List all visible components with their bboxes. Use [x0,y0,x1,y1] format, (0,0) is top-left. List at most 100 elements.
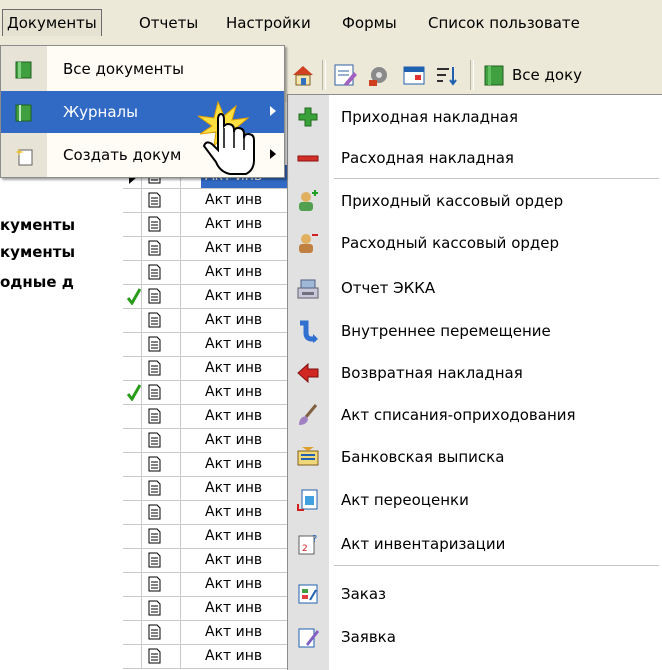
document-icon [148,360,161,376]
document-name-cell[interactable]: Акт инв [201,309,294,332]
document-name-cell[interactable]: Акт инв [201,189,294,212]
menu-item-label: Журналы [63,103,138,121]
table-row[interactable]: Акт инв [123,357,290,381]
document-icon [148,216,161,232]
checkmark-icon [127,384,141,401]
table-row[interactable]: Акт инв [123,621,290,645]
table-row[interactable]: Акт инв [123,405,290,429]
submenu-item[interactable]: Заказ [288,572,662,616]
doc-type-cell [142,237,181,260]
tools-icon[interactable] [366,62,392,88]
table-row[interactable]: Акт инв [123,309,290,333]
doc-type-cell [142,429,181,452]
menu-user-list[interactable]: Список пользовате [424,10,584,36]
tree-node[interactable]: кументы [0,216,75,234]
doc-type-cell [142,477,181,500]
home-icon[interactable] [290,62,316,88]
table-row[interactable]: Акт инв [123,597,290,621]
submenu-item[interactable]: Возвратная накладная [288,351,662,395]
table-row[interactable]: Акт инв [123,525,290,549]
minus-icon [297,155,319,162]
document-icon [148,264,161,280]
document-name-cell[interactable]: Акт инв [201,645,294,668]
table-row[interactable]: Акт инв [123,453,290,477]
document-name-cell[interactable]: Акт инв [201,381,294,404]
cash-in-icon [299,190,318,211]
document-name-cell[interactable]: Акт инв [201,477,294,500]
document-icon [148,240,161,256]
document-name-cell[interactable]: Акт инв [201,333,294,356]
table-row[interactable]: Акт инв [123,501,290,525]
document-name-cell[interactable]: Акт инв [201,501,294,524]
table-row[interactable]: Акт инв [123,381,290,405]
table-row[interactable]: Акт инв [123,477,290,501]
document-icon [148,432,161,448]
submenu-item[interactable]: Приходная накладная [288,95,662,139]
edit-document-icon[interactable] [332,62,358,88]
document-name-cell[interactable]: Акт инв [201,597,294,620]
document-name-cell[interactable]: Акт инв [201,453,294,476]
table-row[interactable]: Акт инв [123,285,290,309]
document-name-cell[interactable]: Акт инв [201,237,294,260]
menu-documents[interactable]: Документы [2,9,102,36]
submenu-item-label: Приходная накладная [341,108,518,126]
submenu-item[interactable]: Внутреннее перемещение [288,309,662,353]
all-documents-toolbar-button[interactable]: Все доку [512,60,582,90]
document-name-cell[interactable]: Акт инв [201,285,294,308]
document-name-cell[interactable]: Акт инв [201,549,294,572]
table-row[interactable]: Акт инв [123,429,290,453]
table-row[interactable]: Акт инв [123,549,290,573]
table-row[interactable]: Акт инв [123,237,290,261]
submenu-item[interactable]: Акт списания-оприходования [288,393,662,437]
doc-type-cell [142,405,181,428]
submenu-item[interactable]: 2? Акт инвентаризации [288,522,662,566]
doc-type-cell [142,573,181,596]
doc-type-cell [142,645,181,668]
toolbar-separator [470,60,474,90]
tree-node[interactable]: кументы [0,243,75,261]
menu-settings[interactable]: Настройки [222,10,315,36]
document-name-cell[interactable]: Акт инв [201,405,294,428]
submenu-item-label: Внутреннее перемещение [341,322,551,340]
submenu-item-label: Возвратная накладная [341,364,523,382]
table-row[interactable]: Акт инв [123,573,290,597]
table-row[interactable]: Акт инв [123,189,290,213]
table-row[interactable]: Акт инв [123,213,290,237]
row-marker-cell [123,285,142,308]
tree-node[interactable]: одные д [0,273,74,291]
menu-reports[interactable]: Отчеты [135,10,202,36]
submenu-item-label: Акт списания-оприходования [341,406,576,424]
submenu-item[interactable]: Расходная накладная [288,136,662,180]
order-icon [298,584,318,604]
table-row[interactable]: Акт инв [123,333,290,357]
menu-item-all-documents[interactable]: Все документы [1,48,284,90]
menu-forms[interactable]: Формы [338,10,401,36]
menu-separator [334,178,659,179]
row-marker-cell [123,597,142,620]
document-name-cell[interactable]: Акт инв [201,621,294,644]
table-row[interactable]: Акт инв [123,261,290,285]
document-name-cell[interactable]: Акт инв [201,357,294,380]
submenu-item[interactable]: Банковская выписка [288,435,662,479]
document-name-cell[interactable]: Акт инв [201,429,294,452]
document-name-cell[interactable]: Акт инв [201,525,294,548]
sort-icon[interactable] [434,62,460,88]
document-icon [148,648,161,664]
row-marker-cell [123,333,142,356]
document-name-cell[interactable]: Акт инв [201,213,294,236]
submenu-item[interactable]: Заявка [288,615,662,659]
calendar-icon[interactable] [401,62,427,88]
doc-type-cell [142,549,181,572]
document-name-cell[interactable]: Акт инв [201,261,294,284]
submenu-item[interactable]: Приходный кассовый ордер [288,179,662,223]
submenu-item[interactable]: Отчет ЭККА [288,266,662,310]
brush-icon [299,404,318,425]
ledger-icon[interactable] [482,62,508,88]
submenu-item-label: Приходный кассовый ордер [341,192,564,210]
submenu-item[interactable]: Расходный кассовый ордер [288,221,662,265]
submenu-item[interactable]: Акт переоценки [288,478,662,522]
journals-submenu: Приходная накладная Расходная накладная Пр… [287,94,662,670]
document-name-cell[interactable]: Акт инв [201,573,294,596]
table-row[interactable]: Акт инв [123,645,290,669]
doc-type-cell [142,261,181,284]
